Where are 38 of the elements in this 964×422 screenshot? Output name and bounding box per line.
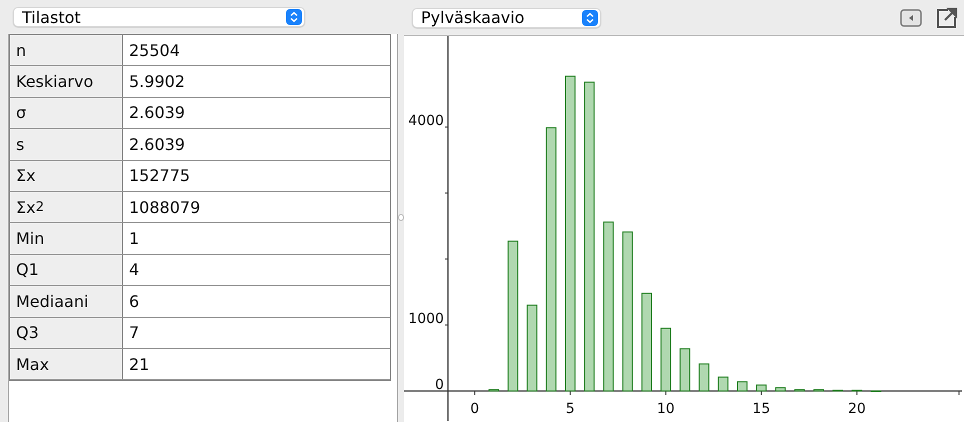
- dropdown[interactable]: Pylväskaavio: [412, 8, 601, 28]
- bar: [718, 376, 728, 392]
- row-label: Keskiarvo: [10, 66, 123, 98]
- tick-label: 0: [435, 376, 444, 393]
- row-label: Q1: [10, 254, 123, 286]
- collapse-icon[interactable]: [900, 8, 922, 28]
- row-label: σ: [10, 98, 123, 130]
- bar: [698, 363, 710, 392]
- bar: [794, 389, 805, 392]
- bar: [756, 384, 767, 392]
- table-cell: 7: [123, 318, 390, 349]
- row-label: Q3: [10, 318, 123, 349]
- bar: [660, 328, 672, 392]
- table-cell: 4: [123, 254, 390, 286]
- tick-label: 0: [470, 400, 480, 417]
- tick-label: 10: [656, 400, 675, 417]
- splitter-handle[interactable]: [398, 214, 404, 220]
- tick-label: 1000: [408, 311, 444, 327]
- tick-label: 15: [752, 400, 770, 417]
- popout-icon[interactable]: [936, 6, 958, 28]
- updown-icon: [286, 9, 302, 25]
- row-label: Min: [10, 223, 123, 255]
- bar: [775, 387, 786, 392]
- tick-label: 4000: [408, 113, 444, 130]
- bar: [488, 389, 500, 392]
- row-label: Σx: [10, 160, 123, 192]
- dropdown[interactable]: Tilastot: [13, 7, 305, 27]
- bar: [813, 389, 824, 392]
- tick-label: 5: [566, 400, 575, 417]
- bar: [736, 381, 748, 392]
- tick-label: 20: [848, 400, 866, 417]
- updown-icon: [582, 10, 598, 26]
- row-label: s: [10, 129, 123, 161]
- row-label: Mediaani: [10, 286, 123, 318]
- row-label: n: [10, 35, 123, 66]
- bar: [680, 348, 690, 392]
- table-cell: 152775: [123, 160, 390, 192]
- row-label: Max: [10, 348, 123, 380]
